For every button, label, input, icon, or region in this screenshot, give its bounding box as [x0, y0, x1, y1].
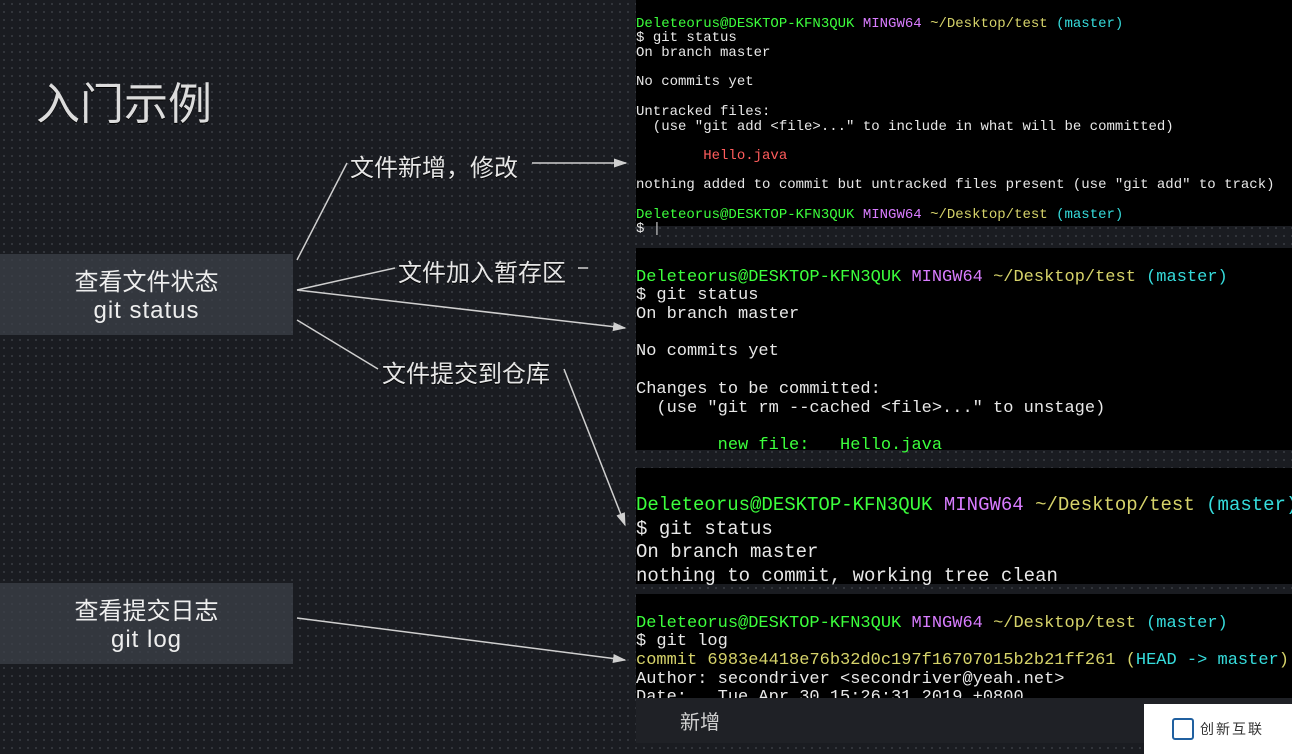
label-log-box: 查看提交日志 git log: [0, 583, 293, 664]
term-line: No commits yet: [636, 74, 754, 90]
term-line: Untracked files:: [636, 104, 770, 120]
term-cmd: git status: [656, 286, 758, 305]
label-log-title: 查看提交日志: [30, 591, 263, 626]
term-prompt: $: [636, 221, 644, 237]
term-line: nothing to commit, working tree clean: [636, 565, 1058, 587]
term-prompt: $: [636, 632, 646, 651]
terminal-clean: Deleteorus@DESKTOP-KFN3QUK MINGW64 ~/Des…: [636, 468, 1292, 584]
term-user: Deleteorus@DESKTOP-KFN3QUK: [636, 16, 854, 32]
term-user: Deleteorus@DESKTOP-KFN3QUK: [636, 207, 854, 223]
term-untracked-file: Hello.java: [636, 148, 787, 164]
term-line: On branch master: [636, 45, 770, 61]
watermark-text: 创新互联: [1200, 719, 1264, 739]
label-status-title: 查看文件状态: [30, 262, 263, 297]
arrow-label-3: 文件提交到仓库: [382, 354, 550, 389]
term-branch: (master): [1056, 207, 1123, 223]
term-path: ~/Desktop/test: [993, 614, 1136, 633]
term-shell: MINGW64: [863, 207, 922, 223]
term-line: nothing added to commit but untracked fi…: [636, 177, 1275, 193]
term-shell: MINGW64: [944, 494, 1024, 516]
term-branch: (master): [1146, 268, 1228, 287]
term-path: ~/Desktop/test: [930, 16, 1048, 32]
term-line: (use "git rm --cached <file>..." to unst…: [636, 399, 1105, 418]
term-branch: (master): [1206, 494, 1292, 516]
term-staged-file: new file: Hello.java: [636, 436, 942, 455]
term-commit-hash: 6983e4418e76b32d0c197f16707015b2b21ff261: [707, 651, 1115, 670]
term-line: Changes to be committed:: [636, 380, 881, 399]
term-head-ref: HEAD -> master: [1136, 651, 1279, 670]
term-user: Deleteorus@DESKTOP-KFN3QUK: [636, 614, 901, 633]
label-log-cmd: git log: [30, 626, 263, 654]
term-branch: (master): [1146, 614, 1228, 633]
terminal-staged: Deleteorus@DESKTOP-KFN3QUK MINGW64 ~/Des…: [636, 248, 1292, 450]
term-path: ~/Desktop/test: [930, 207, 1048, 223]
term-prompt: $: [636, 286, 646, 305]
term-line: (use "git add <file>..." to include in w…: [636, 119, 1174, 135]
watermark: 创新互联: [1144, 704, 1292, 754]
term-user: Deleteorus@DESKTOP-KFN3QUK: [636, 494, 932, 516]
term-shell: MINGW64: [863, 16, 922, 32]
term-cmd: git log: [656, 632, 727, 651]
commit-message: 新增: [680, 712, 720, 734]
term-path: ~/Desktop/test: [1035, 494, 1195, 516]
term-prompt: $: [636, 30, 644, 46]
term-cmd: git status: [653, 30, 737, 46]
terminal-untracked: Deleteorus@DESKTOP-KFN3QUK MINGW64 ~/Des…: [636, 0, 1292, 226]
arrow-label-2: 文件加入暂存区: [398, 253, 566, 288]
term-cmd: git status: [659, 518, 773, 540]
label-status-cmd: git status: [30, 297, 263, 325]
term-author: Author: secondriver <secondriver@yeah.ne…: [636, 670, 1064, 689]
slide-title: 入门示例: [36, 68, 212, 132]
label-status-box: 查看文件状态 git status: [0, 254, 293, 335]
terminal-log: Deleteorus@DESKTOP-KFN3QUK MINGW64 ~/Des…: [636, 594, 1292, 698]
term-commit-prefix: commit: [636, 651, 707, 670]
arrow-label-1: 文件新增，修改: [350, 148, 518, 183]
term-line: On branch master: [636, 541, 818, 563]
term-user: Deleteorus@DESKTOP-KFN3QUK: [636, 268, 901, 287]
watermark-logo-icon: [1172, 718, 1194, 740]
term-line: On branch master: [636, 305, 799, 324]
term-path: ~/Desktop/test: [993, 268, 1136, 287]
term-prompt: $: [636, 518, 647, 540]
term-branch: (master): [1056, 16, 1123, 32]
term-line: No commits yet: [636, 342, 779, 361]
term-shell: MINGW64: [911, 268, 982, 287]
term-shell: MINGW64: [911, 614, 982, 633]
